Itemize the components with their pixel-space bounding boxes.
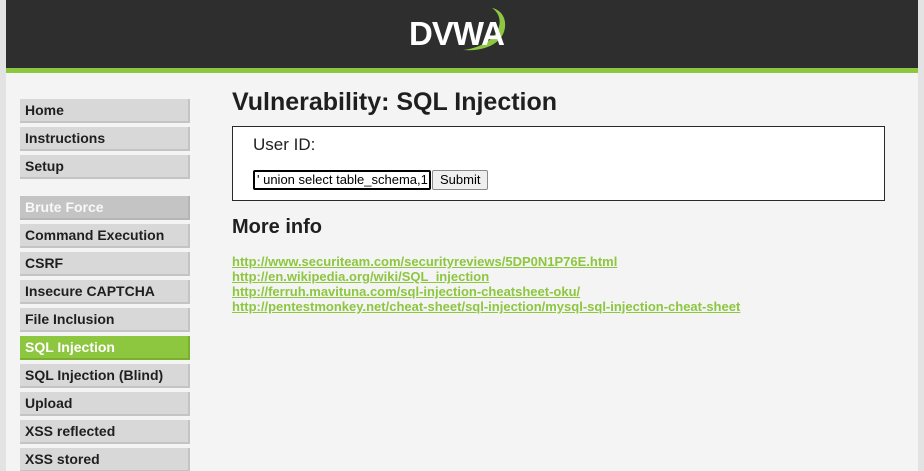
more-info-links: http://www.securiteam.com/securityreview… (232, 254, 740, 314)
menu-item-setup[interactable]: Setup (20, 155, 190, 179)
link-wikipedia[interactable]: http://en.wikipedia.org/wiki/SQL_injecti… (232, 269, 740, 284)
page: DVWA Home Instructions Setup Brute Force… (0, 0, 924, 471)
page-title: Vulnerability: SQL Injection (232, 88, 558, 116)
submit-button[interactable]: Submit (432, 170, 489, 190)
link-ferruh[interactable]: http://ferruh.mavituna.com/sql-injection… (232, 284, 740, 299)
header-accent-bar (6, 68, 918, 73)
menu-item-sql-injection-blind[interactable]: SQL Injection (Blind) (20, 364, 190, 388)
link-pentestmonkey[interactable]: http://pentestmonkey.net/cheat-sheet/sql… (232, 299, 740, 314)
menu-item-file-inclusion[interactable]: File Inclusion (20, 308, 190, 332)
menu-item-csrf[interactable]: CSRF (20, 252, 190, 276)
more-info-heading: More info (232, 216, 322, 238)
sql-injection-form: User ID: ' union select table_schema,1 S… (232, 126, 885, 201)
menu-item-upload[interactable]: Upload (20, 392, 190, 416)
menu-item-sql-injection[interactable]: SQL Injection (20, 336, 190, 360)
menu-item-instructions[interactable]: Instructions (20, 127, 190, 151)
user-id-label: User ID: (253, 135, 316, 154)
user-id-input[interactable]: ' union select table_schema,1 (253, 170, 431, 190)
main-content: Vulnerability: SQL Injection User ID: ' … (232, 86, 892, 314)
menu-item-command-execution[interactable]: Command Execution (20, 224, 190, 248)
menu-item-home[interactable]: Home (20, 99, 190, 123)
logo-text: DVWA (409, 15, 505, 52)
menu-item-insecure-captcha[interactable]: Insecure CAPTCHA (20, 280, 190, 304)
right-page-edge (918, 0, 924, 471)
dvwa-logo[interactable]: DVWA (401, 6, 519, 58)
menu-item-xss-stored[interactable]: XSS stored (20, 448, 190, 471)
menu-item-brute-force[interactable]: Brute Force (20, 196, 190, 220)
menu-group-vulnerabilities: Brute Force Command Execution CSRF Insec… (20, 196, 190, 471)
menu-group-general: Home Instructions Setup (20, 99, 190, 179)
menu-item-xss-reflected[interactable]: XSS reflected (20, 420, 190, 444)
sidebar-menu: Home Instructions Setup Brute Force Comm… (20, 99, 190, 471)
link-securiteam[interactable]: http://www.securiteam.com/securityreview… (232, 254, 740, 269)
header: DVWA (6, 0, 918, 68)
